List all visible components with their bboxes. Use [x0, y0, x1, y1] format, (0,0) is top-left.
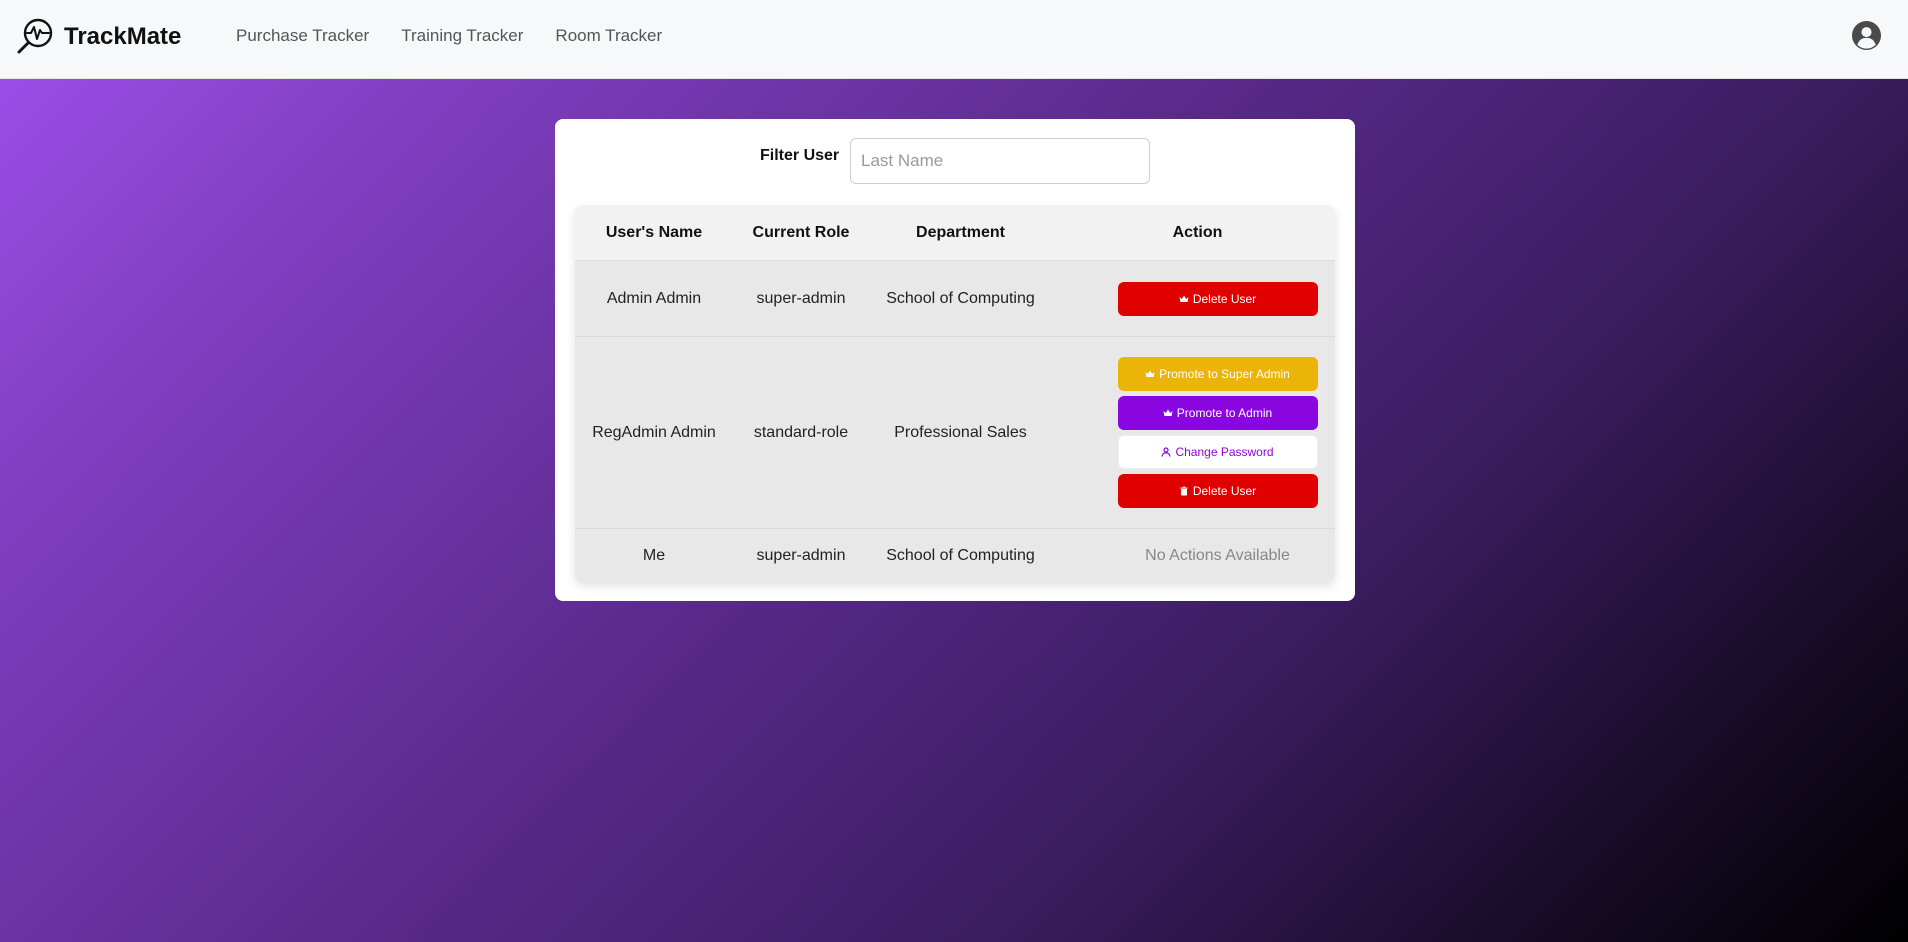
filter-bar: Filter User [555, 138, 1355, 185]
header-current-role: Current Role [733, 205, 869, 261]
cell-role: standard-role [733, 336, 869, 529]
no-actions-text: No Actions Available [1145, 546, 1290, 564]
table-row: Me super-admin School of Computing No Ac… [575, 528, 1335, 582]
nav-room-tracker[interactable]: Room Tracker [555, 26, 662, 46]
crown-icon [1145, 370, 1155, 377]
cell-department: School of Computing [869, 528, 1052, 582]
trash-icon [1180, 486, 1188, 496]
cell-department: School of Computing [869, 260, 1052, 337]
button-label: Delete User [1192, 484, 1257, 498]
nav-training-tracker[interactable]: Training Tracker [401, 26, 523, 46]
table-header-row: User's Name Current Role Department Acti… [575, 205, 1335, 261]
delete-user-button[interactable]: Delete User [1117, 474, 1318, 508]
change-password-button[interactable]: Change Password [1117, 435, 1318, 469]
promote-to-admin-button[interactable]: Promote to Admin [1117, 396, 1318, 430]
crown-icon [1163, 409, 1173, 416]
header-department: Department [869, 205, 1052, 261]
cell-role: super-admin [733, 528, 869, 582]
top-navbar: TrackMate Purchase Tracker Training Trac… [0, 0, 1908, 79]
filter-label: Filter User [760, 147, 840, 164]
last-name-filter-input[interactable] [850, 138, 1150, 184]
users-table: User's Name Current Role Department Acti… [575, 205, 1335, 582]
crown-icon [1179, 295, 1189, 302]
cell-role: super-admin [733, 260, 869, 337]
heartbeat-magnifier-icon [17, 18, 53, 54]
cell-user-name: Admin Admin [575, 260, 733, 337]
cell-actions: No Actions Available [1052, 528, 1335, 582]
delete-user-button[interactable]: Delete User [1117, 281, 1318, 316]
header-users-name: User's Name [575, 205, 733, 261]
cell-actions: Delete User [1052, 260, 1335, 337]
table-row: Admin Admin super-admin School of Comput… [575, 260, 1335, 337]
cell-department: Professional Sales [869, 336, 1052, 529]
nav-purchase-tracker[interactable]: Purchase Tracker [236, 26, 369, 46]
button-label: Promote to Admin [1176, 406, 1273, 420]
button-label: Promote to Super Admin [1159, 367, 1290, 381]
button-label: Delete User [1192, 291, 1257, 306]
user-circle-icon[interactable] [1851, 20, 1882, 51]
cell-user-name: RegAdmin Admin [575, 336, 733, 529]
main-nav: Purchase Tracker Training Tracker Room T… [236, 26, 694, 46]
app-name: TrackMate [64, 23, 182, 50]
users-table-container: User's Name Current Role Department Acti… [575, 205, 1335, 582]
brand[interactable]: TrackMate [16, 18, 181, 56]
header-action: Action [1052, 205, 1335, 261]
table-row: RegAdmin Admin standard-role Professiona… [575, 336, 1335, 529]
user-key-icon [1161, 447, 1172, 457]
cell-user-name: Me [575, 528, 733, 582]
promote-to-super-admin-button[interactable]: Promote to Super Admin [1117, 357, 1318, 391]
user-management-card: Filter User User's Name Current Role Dep… [555, 119, 1355, 601]
button-label: Change Password [1175, 445, 1274, 459]
cell-actions: Promote to Super Admin Promote to Admin … [1052, 336, 1335, 529]
